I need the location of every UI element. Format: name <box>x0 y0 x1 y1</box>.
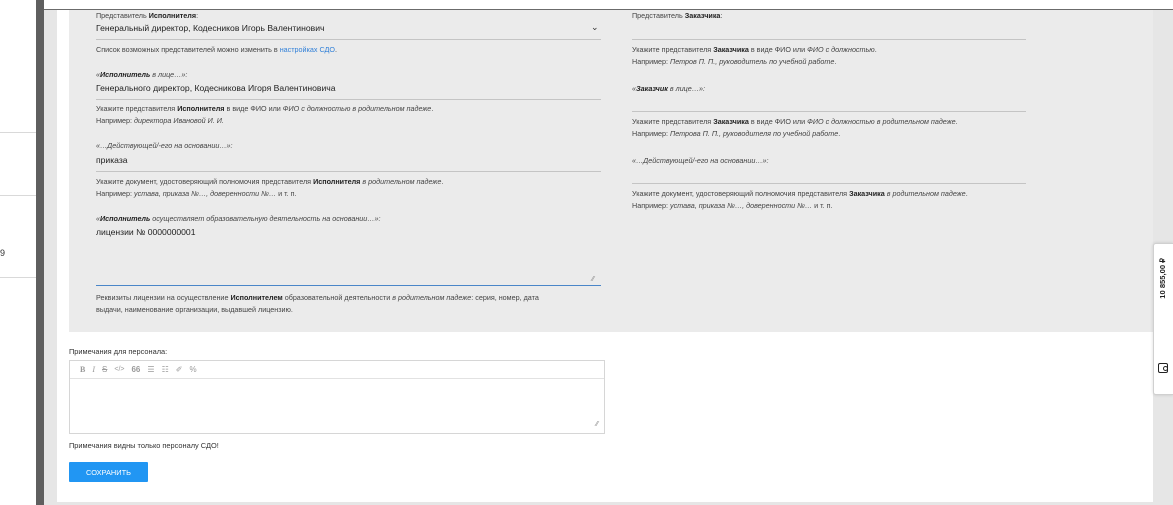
executor-face-hint: Укажите представителя Исполнителя в виде… <box>96 104 434 113</box>
sidebar-divider <box>0 277 36 278</box>
executor-activity-textarea[interactable]: лицензии № 0000000001 ⁄⁄ <box>96 224 601 286</box>
top-border <box>0 0 1173 10</box>
sidebar-mark: 9 <box>0 248 6 258</box>
chevron-down-icon[interactable]: ⌄ <box>591 22 599 33</box>
bulleted-list-icon[interactable]: ☰ <box>147 365 154 374</box>
order-total-price: 10 855,00 ₽ <box>1158 258 1167 299</box>
executor-rep-label: Представитель Исполнителя: <box>96 11 199 20</box>
customer-basis-hint: Укажите документ, удостоверяющий полномо… <box>632 189 968 198</box>
representatives-section: Представитель Исполнителя: Генеральный д… <box>69 10 1153 332</box>
order-total-tab[interactable]: 10 855,00 ₽ <box>1153 243 1173 395</box>
customer-rep-hint: Укажите представителя Заказчика в виде Ф… <box>632 45 877 54</box>
executor-activity-value: лицензии № 0000000001 <box>96 227 196 237</box>
sidebar-scroll-strip <box>36 0 44 505</box>
strikethrough-icon[interactable]: S <box>102 365 107 374</box>
customer-basis-input[interactable] <box>632 183 1026 184</box>
customer-rep-input[interactable] <box>632 39 1026 40</box>
save-button[interactable]: СОХРАНИТЬ <box>69 462 148 482</box>
link-icon[interactable]: % <box>189 365 196 374</box>
customer-basis-label: «…Действующей/-его на основании…»: <box>632 156 769 165</box>
executor-activity-hint-2: выдачи, наименование организации, выдавш… <box>96 305 293 314</box>
customer-face-example: Например: Петрова П. П., руководителя по… <box>632 129 841 138</box>
field-underline <box>96 39 601 40</box>
notes-toolbar: B I S </> 66 ☰ ☷ ✐ % <box>70 361 604 379</box>
customer-rep-example: Например: Петров П. П., руководитель по … <box>632 57 837 66</box>
contract-form-panel: Представитель Исполнителя: Генеральный д… <box>57 10 1153 502</box>
left-sidebar: 9 <box>0 0 44 505</box>
executor-rep-hint: Список возможных представителей можно из… <box>96 45 337 54</box>
executor-basis-label: «…Действующей/-его на основании…»: <box>96 141 233 150</box>
executor-face-input[interactable]: Генерального директор, Кодесникова Игоря… <box>96 83 336 93</box>
code-icon[interactable]: </> <box>114 366 124 373</box>
bold-icon[interactable]: B <box>80 365 85 374</box>
customer-rep-label: Представитель Заказчика: <box>632 11 723 20</box>
executor-basis-input[interactable]: приказа <box>96 155 128 165</box>
eraser-icon[interactable]: ✐ <box>176 365 183 374</box>
quote-icon[interactable]: 66 <box>131 365 140 374</box>
notes-hint: Примечания видны только персоналу СДО! <box>69 441 219 450</box>
sdo-settings-link[interactable]: настройках СДО <box>280 45 335 54</box>
notes-editor[interactable]: B I S </> 66 ☰ ☷ ✐ % ⁄⁄ <box>69 360 605 434</box>
sidebar-divider <box>0 195 36 196</box>
resize-handle-icon[interactable]: ⁄⁄ <box>592 276 594 283</box>
notes-label: Примечания для персонала: <box>69 347 168 356</box>
executor-rep-select[interactable]: Генеральный директор, Кодесников Игорь В… <box>96 23 324 33</box>
field-underline <box>96 171 601 172</box>
executor-basis-hint: Укажите документ, удостоверяющий полномо… <box>96 177 444 186</box>
numbered-list-icon[interactable]: ☷ <box>162 365 169 374</box>
sidebar-divider <box>0 132 36 133</box>
wallet-icon[interactable] <box>1158 363 1168 373</box>
executor-face-example: Например: директора Ивановой И. И. <box>96 116 224 125</box>
executor-basis-example: Например: устава, приказа №…, довереннос… <box>96 189 297 198</box>
customer-basis-example: Например: устава, приказа №…, довереннос… <box>632 201 833 210</box>
executor-activity-hint: Реквизиты лицензии на осуществление Испо… <box>96 293 539 302</box>
customer-face-label: «Заказчик в лице…»: <box>632 84 705 93</box>
resize-handle-icon[interactable]: ⁄⁄ <box>596 421 598 428</box>
executor-face-label: «Исполнитель в лице…»: <box>96 70 188 79</box>
italic-icon[interactable]: I <box>92 365 95 374</box>
customer-face-hint: Укажите представителя Заказчика в виде Ф… <box>632 117 958 126</box>
executor-activity-label: «Исполнитель осуществляет образовательну… <box>96 214 381 223</box>
customer-face-input[interactable] <box>632 111 1026 112</box>
field-underline <box>96 99 601 100</box>
